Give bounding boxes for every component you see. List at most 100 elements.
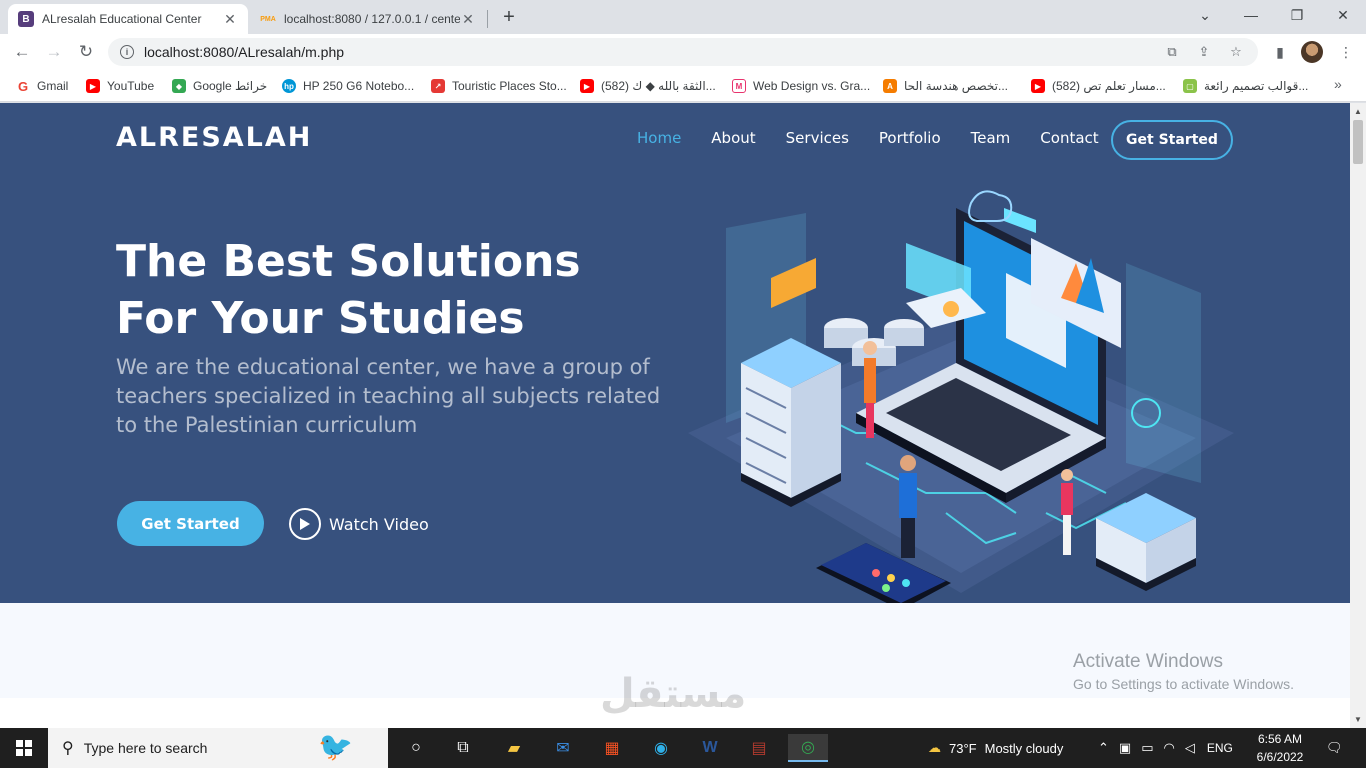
site-logo[interactable]: ALRESALAH [116,122,312,153]
server-rack-left [741,338,841,507]
tab-search-chevron-icon[interactable]: ⌄ [1182,0,1228,30]
bookmark-engineering[interactable]: A تخصص هندسة الحا... [883,76,1008,96]
watermark-logo: مستقل [600,672,747,716]
nav-about[interactable]: About [711,129,755,147]
close-tab-icon[interactable]: ✕ [460,11,476,28]
more-bookmarks-chevron-icon[interactable]: » [1334,76,1342,92]
bookmark-youtube-video-2[interactable]: ▶ (582) مسار تعلم تص... [1031,76,1166,96]
close-window-button[interactable]: ✕ [1320,0,1366,30]
hero-section: ALRESALAH Home About Services Portfolio … [0,103,1350,603]
bookmark-touristic-places[interactable]: ↗ Touristic Places Sto... [431,76,567,96]
back-arrow-icon[interactable]: ← [10,40,34,64]
watch-video-button[interactable]: Watch Video [289,507,429,541]
activate-windows-title: Activate Windows [1073,651,1223,672]
bootstrap-favicon-icon: B [18,11,34,27]
mail-app-icon[interactable]: ✉ [543,734,583,762]
side-panel-icon[interactable]: ▮ [1269,42,1291,62]
bookmark-hp[interactable]: hp HP 250 G6 Notebo... [282,76,414,96]
edge-browser-icon[interactable]: ◉ [641,734,681,762]
gmail-icon: G [16,78,30,94]
search-icon: ⚲ [62,740,74,757]
windows-logo-icon [16,740,32,756]
cortana-icon[interactable]: ○ [396,734,436,762]
address-bar[interactable]: i localhost:8080/ALresalah/m.php ⧉ ⇪ ☆ [108,38,1258,66]
winrar-icon[interactable]: ▤ [739,734,779,762]
chrome-icon[interactable]: ◎ [788,734,828,762]
meet-now-icon[interactable]: ▣ [1119,740,1131,756]
browser-tab-alresalah[interactable]: B ALresalah Educational Center ✕ [8,4,248,34]
taskbar-clock[interactable]: 6:56 AM 6/6/2022 [1248,730,1312,766]
bookmark-templates[interactable]: ▢ قوالب تصميم رائعة... [1183,76,1308,96]
hero-subtitle: We are the educational center, we have a… [116,355,661,437]
task-view-icon[interactable]: ⧉ [443,734,483,762]
bookmark-star-icon[interactable]: ☆ [1226,42,1246,62]
search-highlight-bird-icon: 🐦 [318,731,353,762]
watch-video-label: Watch Video [329,514,429,534]
hero-get-started-button[interactable]: Get Started [117,501,264,546]
taskbar-search-box[interactable]: ⚲ Type here to search 🐦 [48,728,388,768]
nav-services[interactable]: Services [786,129,849,147]
bookmark-label: Web Design vs. Gra... [753,79,871,93]
bookmark-label: Google خرائط [193,79,268,93]
notifications-icon[interactable]: 🗨 [1326,728,1343,768]
hp-icon: hp [282,79,296,93]
main-nav: Home About Services Portfolio Team Conta… [637,129,1129,147]
bookmark-youtube-video-1[interactable]: ▶ (582) الثقة بالله ◆ ك... [580,76,716,96]
bookmarks-bar: G Gmail ▶ YouTube ◆ Google خرائط hp HP 2… [0,70,1366,102]
scroll-up-arrow-icon[interactable]: ▲ [1354,107,1362,116]
nav-team[interactable]: Team [971,129,1011,147]
clock-time: 6:56 AM [1257,732,1303,746]
tab-title: ALresalah Educational Center [42,12,202,26]
browser-tab-phpmyadmin[interactable]: PMA localhost:8080 / 127.0.0.1 / cente ✕ [250,4,486,34]
windows-start-button[interactable] [0,728,48,768]
bookmark-label: HP 250 G6 Notebo... [303,79,415,93]
youtube-icon: ▶ [86,79,100,93]
bookmark-label: تخصص هندسة الحا... [904,79,1009,93]
menu-kebab-icon[interactable]: ⋮ [1335,42,1357,62]
tab-divider [487,10,488,28]
scroll-down-arrow-icon[interactable]: ▼ [1354,715,1362,724]
weather-temp: 73°F [949,740,977,756]
show-hidden-icons-chevron-icon[interactable]: ⌃ [1098,740,1109,756]
volume-icon[interactable]: ◁ [1185,740,1195,756]
profile-avatar[interactable] [1301,41,1323,63]
bookmark-gmail[interactable]: G Gmail [16,76,68,96]
translate-icon[interactable]: ⧉ [1162,42,1182,62]
bookmark-label: (582) مسار تعلم تص... [1052,79,1166,93]
phpmyadmin-favicon-icon: PMA [260,15,276,23]
weather-text: Mostly cloudy [984,740,1064,756]
bookmark-google-maps[interactable]: ◆ Google خرائط [172,76,267,96]
close-tab-icon[interactable]: ✕ [222,11,238,28]
bookmark-web-design[interactable]: M Web Design vs. Gra... [732,76,870,96]
mail-icon: M [732,79,746,93]
youtube-icon: ▶ [580,79,594,93]
minimize-button[interactable]: — [1228,0,1274,30]
maximize-button[interactable]: ❐ [1274,0,1320,30]
battery-icon[interactable]: ▭ [1141,740,1153,756]
url-text[interactable]: localhost:8080/ALresalah/m.php [144,44,1162,60]
language-indicator[interactable]: ENG [1207,741,1233,755]
site-info-icon[interactable]: i [120,45,134,59]
microsoft-store-icon[interactable]: ▦ [592,734,632,762]
new-tab-button[interactable]: + [498,6,520,28]
nav-portfolio[interactable]: Portfolio [879,129,941,147]
reload-icon[interactable]: ↻ [74,40,98,64]
forward-arrow-icon[interactable]: → [42,40,66,64]
nav-contact[interactable]: Contact [1040,129,1098,147]
scrollbar-thumb[interactable] [1353,120,1363,164]
browser-toolbar: ← → ↻ i localhost:8080/ALresalah/m.php ⧉… [0,34,1366,70]
file-explorer-icon[interactable]: ▰ [494,734,534,762]
browser-tab-strip: B ALresalah Educational Center ✕ PMA loc… [0,0,1366,34]
bookmark-youtube[interactable]: ▶ YouTube [86,76,154,96]
page-scrollbar[interactable]: ▲ ▼ [1350,103,1366,728]
nav-get-started-button[interactable]: Get Started [1111,120,1233,160]
word-icon[interactable]: W [690,734,730,762]
play-circle-icon [289,508,321,540]
system-tray: ⌃ ▣ ▭ ◠ ◁ ENG [1098,728,1233,768]
bookmark-label: Touristic Places Sto... [452,79,567,93]
share-icon[interactable]: ⇪ [1194,42,1214,62]
weather-widget[interactable]: ☁ 73°F Mostly cloudy [928,728,1063,768]
nav-home[interactable]: Home [637,129,681,147]
clock-date: 6/6/2022 [1256,750,1304,764]
wifi-icon[interactable]: ◠ [1164,740,1175,756]
